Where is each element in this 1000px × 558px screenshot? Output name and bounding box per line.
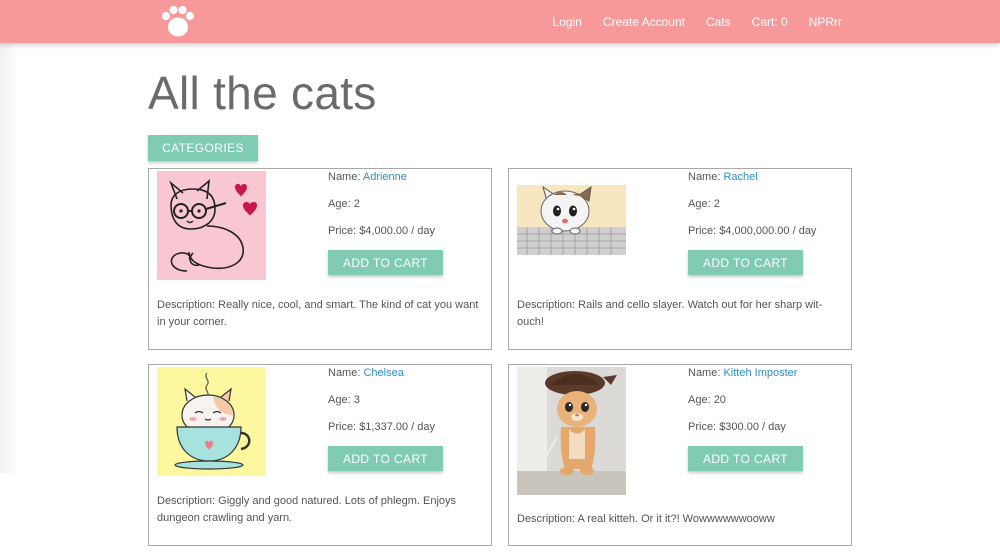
name-label: Name: bbox=[328, 367, 364, 379]
cat-age: 3 bbox=[353, 394, 360, 406]
cat-description-text: A real kitteh. Or it it?! Wowwwwwwooww bbox=[577, 513, 775, 525]
cat-description: Description: Rails and cello slayer. Wat… bbox=[517, 297, 847, 330]
price-label: Price: bbox=[328, 225, 360, 237]
price-label: Price: bbox=[688, 225, 720, 237]
top-navbar: Login Create Account Cats Cart: 0 NPRrr bbox=[0, 0, 1000, 43]
cat-image-kitteh-imposter bbox=[517, 367, 626, 495]
age-label: Age: bbox=[328, 394, 354, 406]
cat-age: 2 bbox=[353, 198, 360, 210]
age-label: Age: bbox=[688, 198, 714, 210]
cat-card-rachel: Name: Rachel Age: 2 Price: $4,000,000.00… bbox=[508, 168, 852, 350]
cat-name-link[interactable]: Adrienne bbox=[363, 171, 407, 183]
nav-create-account-link[interactable]: Create Account bbox=[603, 15, 685, 29]
nav-links: Login Create Account Cats Cart: 0 NPRrr bbox=[532, 0, 842, 43]
cat-price: $1,337.00 / day bbox=[359, 421, 436, 433]
cat-image-rachel bbox=[517, 171, 626, 280]
cat-name-row: Name: Kitteh Imposter bbox=[688, 366, 797, 393]
cat-name-row: Name: Chelsea bbox=[328, 366, 435, 393]
cat-price-row: Price: $4,000,000.00 / day bbox=[688, 224, 816, 251]
paw-logo-icon[interactable] bbox=[160, 5, 196, 38]
cat-age-row: Age: 2 bbox=[688, 197, 816, 224]
description-label: Description: bbox=[517, 299, 579, 311]
nav-cats-link[interactable]: Cats bbox=[706, 15, 731, 29]
age-label: Age: bbox=[328, 198, 354, 210]
name-label: Name: bbox=[688, 171, 724, 183]
cat-age: 2 bbox=[713, 198, 720, 210]
price-label: Price: bbox=[328, 421, 360, 433]
cat-price-row: Price: $1,337.00 / day bbox=[328, 420, 435, 447]
cat-description: Description: Giggly and good natured. Lo… bbox=[157, 493, 487, 526]
cat-price-row: Price: $300.00 / day bbox=[688, 420, 797, 447]
page-title: All the cats bbox=[148, 67, 377, 119]
cat-name-link[interactable]: Kitteh Imposter bbox=[723, 367, 797, 379]
cat-description: Description: Really nice, cool, and smar… bbox=[157, 297, 487, 330]
cat-card-kitteh-imposter: Name: Kitteh Imposter Age: 20 Price: $30… bbox=[508, 364, 852, 546]
cat-info-kitteh-imposter: Name: Kitteh Imposter Age: 20 Price: $30… bbox=[688, 366, 797, 447]
cat-info-rachel: Name: Rachel Age: 2 Price: $4,000,000.00… bbox=[688, 170, 816, 251]
description-label: Description: bbox=[157, 495, 219, 507]
cat-age-row: Age: 20 bbox=[688, 393, 797, 420]
cat-name-link[interactable]: Chelsea bbox=[363, 367, 403, 379]
cat-price: $300.00 / day bbox=[719, 421, 786, 433]
add-to-cart-button[interactable]: ADD TO CART bbox=[688, 446, 803, 471]
cat-info-chelsea: Name: Chelsea Age: 3 Price: $1,337.00 / … bbox=[328, 366, 435, 447]
cat-description: Description: A real kitteh. Or it it?! W… bbox=[517, 511, 847, 528]
nav-nprrr-link[interactable]: NPRrr bbox=[809, 15, 842, 29]
cat-price: $4,000,000.00 / day bbox=[719, 225, 817, 237]
cat-card-adrienne: Name: Adrienne Age: 2 Price: $4,000.00 /… bbox=[148, 168, 492, 350]
cat-age: 20 bbox=[713, 394, 726, 406]
cat-price-row: Price: $4,000.00 / day bbox=[328, 224, 435, 251]
cat-info-adrienne: Name: Adrienne Age: 2 Price: $4,000.00 /… bbox=[328, 170, 435, 251]
cat-card-chelsea: Name: Chelsea Age: 3 Price: $1,337.00 / … bbox=[148, 364, 492, 546]
cat-name-row: Name: Adrienne bbox=[328, 170, 435, 197]
age-label: Age: bbox=[688, 394, 714, 406]
cat-price: $4,000.00 / day bbox=[359, 225, 436, 237]
add-to-cart-button[interactable]: ADD TO CART bbox=[688, 250, 803, 275]
nav-login-link[interactable]: Login bbox=[553, 15, 582, 29]
categories-button[interactable]: CATEGORIES bbox=[148, 135, 258, 161]
cat-age-row: Age: 3 bbox=[328, 393, 435, 420]
price-label: Price: bbox=[688, 421, 720, 433]
cat-image-adrienne bbox=[157, 171, 266, 280]
add-to-cart-button[interactable]: ADD TO CART bbox=[328, 446, 443, 471]
left-edge-shadow bbox=[0, 43, 18, 473]
description-label: Description: bbox=[517, 513, 578, 525]
name-label: Name: bbox=[688, 367, 724, 379]
cat-image-chelsea bbox=[157, 367, 266, 476]
nav-cart-link[interactable]: Cart: 0 bbox=[752, 15, 788, 29]
cat-name-row: Name: Rachel bbox=[688, 170, 816, 197]
name-label: Name: bbox=[328, 171, 363, 183]
description-label: Description: bbox=[157, 299, 219, 311]
cat-name-link[interactable]: Rachel bbox=[723, 171, 757, 183]
add-to-cart-button[interactable]: ADD TO CART bbox=[328, 250, 443, 275]
cat-age-row: Age: 2 bbox=[328, 197, 435, 224]
